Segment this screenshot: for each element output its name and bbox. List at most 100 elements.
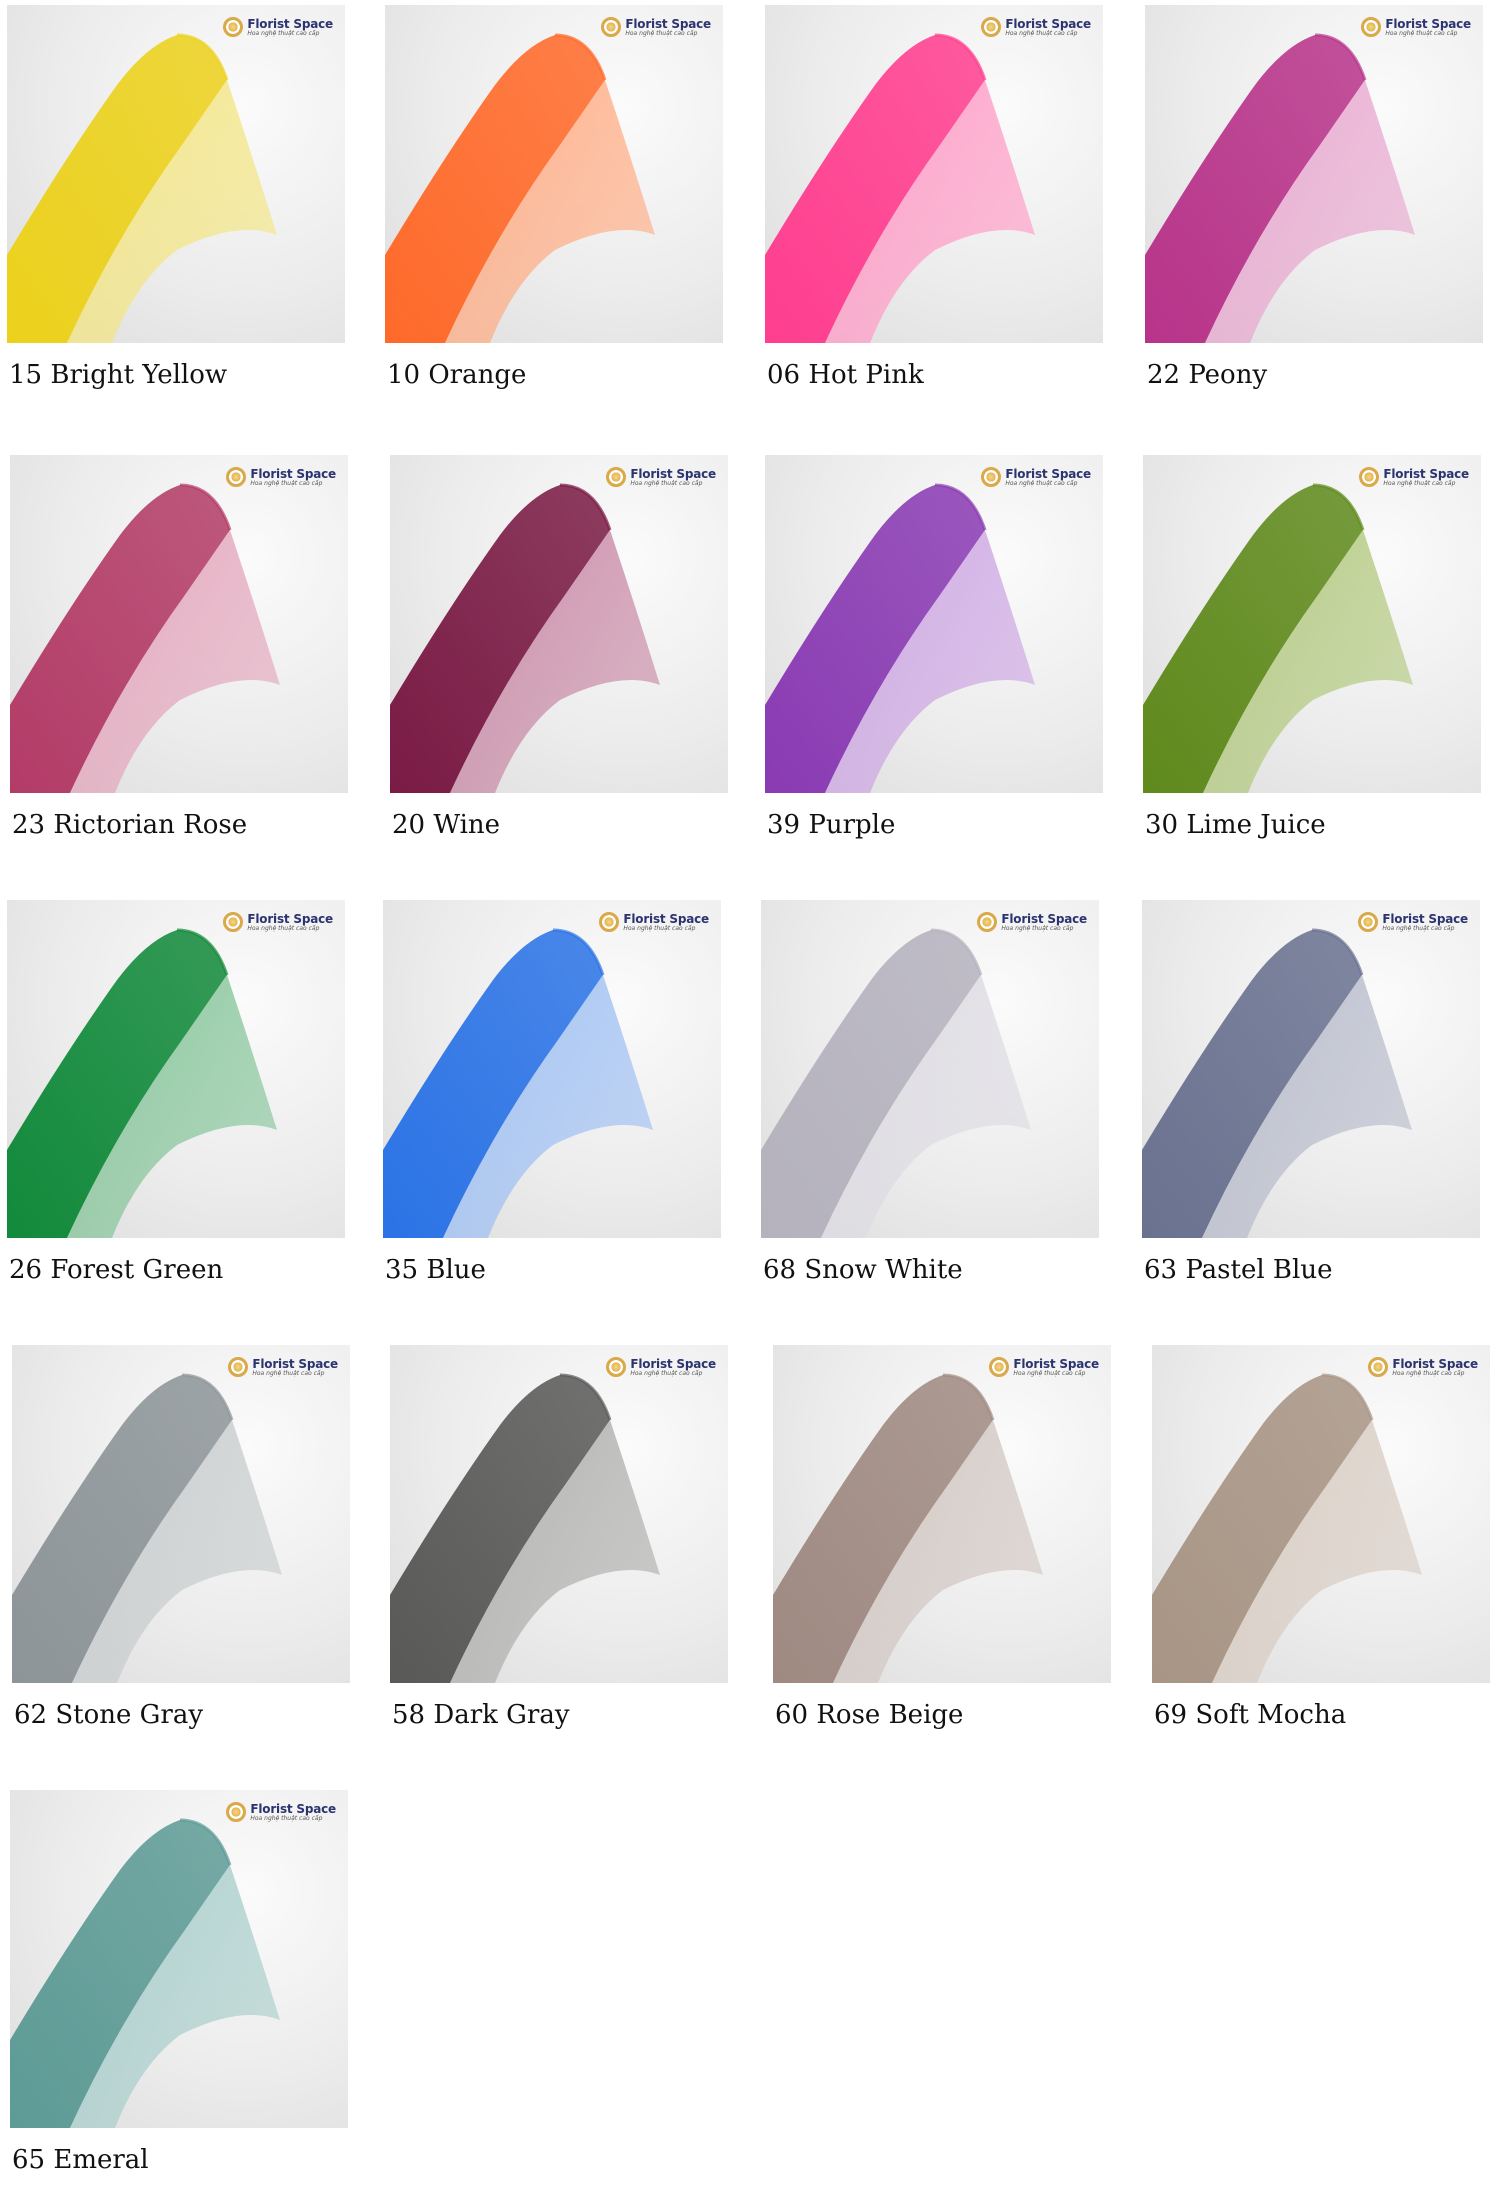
brand-logo: Florist Space Hoa nghệ thuật cao cấp xyxy=(1361,17,1471,37)
flower-icon xyxy=(606,1357,627,1377)
swatch-photo: Florist Space Hoa nghệ thuật cao cấp xyxy=(1145,5,1483,343)
logo-name: Florist Space xyxy=(250,466,336,481)
brand-logo: Florist Space Hoa nghệ thuật cao cấp xyxy=(228,1357,338,1377)
logo-name: Florist Space xyxy=(1001,911,1087,926)
swatch-photo: Florist Space Hoa nghệ thuật cao cấp xyxy=(7,5,345,343)
fabric-roll-image xyxy=(1152,1373,1422,1683)
swatch-label: 15 Bright Yellow xyxy=(9,360,228,390)
fabric-roll-image xyxy=(1145,33,1415,343)
brand-logo: Florist Space Hoa nghệ thuật cao cấp xyxy=(1358,912,1468,932)
swatch-label: 30 Lime Juice xyxy=(1145,810,1326,840)
fabric-roll-image xyxy=(12,1373,282,1683)
swatch-photo: Florist Space Hoa nghệ thuật cao cấp xyxy=(12,1345,350,1683)
swatch-photo: Florist Space Hoa nghệ thuật cao cấp xyxy=(765,5,1103,343)
fabric-roll-image xyxy=(390,483,660,793)
flower-icon xyxy=(989,1357,1010,1377)
fabric-roll-image xyxy=(1143,483,1413,793)
logo-tagline: Hoa nghệ thuật cao cấp xyxy=(1005,479,1078,487)
swatch-label: 23 Rictorian Rose xyxy=(12,810,248,840)
swatch-photo: Florist Space Hoa nghệ thuật cao cấp xyxy=(1152,1345,1490,1683)
swatch-photo: Florist Space Hoa nghệ thuật cao cấp xyxy=(1143,455,1481,793)
swatch-photo: Florist Space Hoa nghệ thuật cao cấp xyxy=(773,1345,1111,1683)
swatch-label: 62 Stone Gray xyxy=(14,1700,204,1730)
flower-icon xyxy=(606,467,627,487)
brand-logo: Florist Space Hoa nghệ thuật cao cấp xyxy=(977,912,1087,932)
brand-logo: Florist Space Hoa nghệ thuật cao cấp xyxy=(601,17,711,37)
swatch-label: 69 Soft Mocha xyxy=(1154,1700,1347,1730)
swatch-label: 60 Rose Beige xyxy=(775,1700,964,1730)
flower-icon xyxy=(1359,467,1380,487)
logo-tagline: Hoa nghệ thuật cao cấp xyxy=(1001,924,1074,932)
brand-logo: Florist Space Hoa nghệ thuật cao cấp xyxy=(989,1357,1099,1377)
swatch-label: 39 Purple xyxy=(767,810,896,840)
fabric-roll-image xyxy=(765,33,1035,343)
fabric-roll-image xyxy=(383,928,653,1238)
fabric-roll-image xyxy=(10,1818,280,2128)
logo-name: Florist Space xyxy=(247,911,333,926)
logo-tagline: Hoa nghệ thuật cao cấp xyxy=(630,1369,703,1377)
logo-name: Florist Space xyxy=(1385,16,1471,31)
swatch-photo: Florist Space Hoa nghệ thuật cao cấp xyxy=(385,5,723,343)
swatch-photo: Florist Space Hoa nghệ thuật cao cấp xyxy=(10,1790,348,2128)
fabric-roll-image xyxy=(7,33,277,343)
logo-tagline: Hoa nghệ thuật cao cấp xyxy=(1392,1369,1465,1377)
fabric-roll-image xyxy=(765,483,1035,793)
logo-name: Florist Space xyxy=(1383,466,1469,481)
logo-tagline: Hoa nghệ thuật cao cấp xyxy=(1005,29,1078,37)
flower-icon xyxy=(981,17,1002,37)
brand-logo: Florist Space Hoa nghệ thuật cao cấp xyxy=(606,1357,716,1377)
logo-name: Florist Space xyxy=(623,911,709,926)
logo-tagline: Hoa nghệ thuật cao cấp xyxy=(1383,479,1456,487)
logo-tagline: Hoa nghệ thuật cao cấp xyxy=(250,479,323,487)
logo-name: Florist Space xyxy=(630,1356,716,1371)
logo-tagline: Hoa nghệ thuật cao cấp xyxy=(623,924,696,932)
swatch-label: 35 Blue xyxy=(385,1255,486,1285)
flower-icon xyxy=(981,467,1002,487)
fabric-roll-image xyxy=(1142,928,1412,1238)
logo-tagline: Hoa nghệ thuật cao cấp xyxy=(625,29,698,37)
flower-icon xyxy=(1368,1357,1389,1377)
swatch-photo: Florist Space Hoa nghệ thuật cao cấp xyxy=(390,1345,728,1683)
fabric-roll-image xyxy=(385,33,655,343)
logo-name: Florist Space xyxy=(247,16,333,31)
flower-icon xyxy=(226,1802,247,1822)
swatch-label: 68 Snow White xyxy=(763,1255,963,1285)
swatch-photo: Florist Space Hoa nghệ thuật cao cấp xyxy=(10,455,348,793)
logo-name: Florist Space xyxy=(1382,911,1468,926)
brand-logo: Florist Space Hoa nghệ thuật cao cấp xyxy=(226,467,336,487)
logo-tagline: Hoa nghệ thuật cao cấp xyxy=(630,479,703,487)
fabric-roll-image xyxy=(390,1373,660,1683)
swatch-photo: Florist Space Hoa nghệ thuật cao cấp xyxy=(390,455,728,793)
flower-icon xyxy=(601,17,622,37)
brand-logo: Florist Space Hoa nghệ thuật cao cấp xyxy=(223,17,333,37)
swatch-photo: Florist Space Hoa nghệ thuật cao cấp xyxy=(1142,900,1480,1238)
brand-logo: Florist Space Hoa nghệ thuật cao cấp xyxy=(599,912,709,932)
swatch-label: 06 Hot Pink xyxy=(767,360,924,390)
swatch-label: 10 Orange xyxy=(387,360,527,390)
logo-tagline: Hoa nghệ thuật cao cấp xyxy=(1013,1369,1086,1377)
logo-name: Florist Space xyxy=(630,466,716,481)
logo-tagline: Hoa nghệ thuật cao cấp xyxy=(252,1369,325,1377)
swatch-photo: Florist Space Hoa nghệ thuật cao cấp xyxy=(761,900,1099,1238)
flower-icon xyxy=(226,467,247,487)
fabric-roll-image xyxy=(773,1373,1043,1683)
fabric-roll-image xyxy=(7,928,277,1238)
brand-logo: Florist Space Hoa nghệ thuật cao cấp xyxy=(981,467,1091,487)
flower-icon xyxy=(223,912,244,932)
logo-tagline: Hoa nghệ thuật cao cấp xyxy=(247,29,320,37)
brand-logo: Florist Space Hoa nghệ thuật cao cấp xyxy=(1359,467,1469,487)
swatch-photo: Florist Space Hoa nghệ thuật cao cấp xyxy=(383,900,721,1238)
swatch-label: 22 Peony xyxy=(1147,360,1268,390)
logo-name: Florist Space xyxy=(1005,466,1091,481)
logo-name: Florist Space xyxy=(625,16,711,31)
brand-logo: Florist Space Hoa nghệ thuật cao cấp xyxy=(226,1802,336,1822)
brand-logo: Florist Space Hoa nghệ thuật cao cấp xyxy=(981,17,1091,37)
swatch-label: 63 Pastel Blue xyxy=(1144,1255,1333,1285)
fabric-roll-image xyxy=(10,483,280,793)
swatch-label: 20 Wine xyxy=(392,810,501,840)
flower-icon xyxy=(599,912,620,932)
logo-name: Florist Space xyxy=(1013,1356,1099,1371)
logo-name: Florist Space xyxy=(1392,1356,1478,1371)
swatch-label: 65 Emeral xyxy=(12,2145,149,2175)
flower-icon xyxy=(977,912,998,932)
